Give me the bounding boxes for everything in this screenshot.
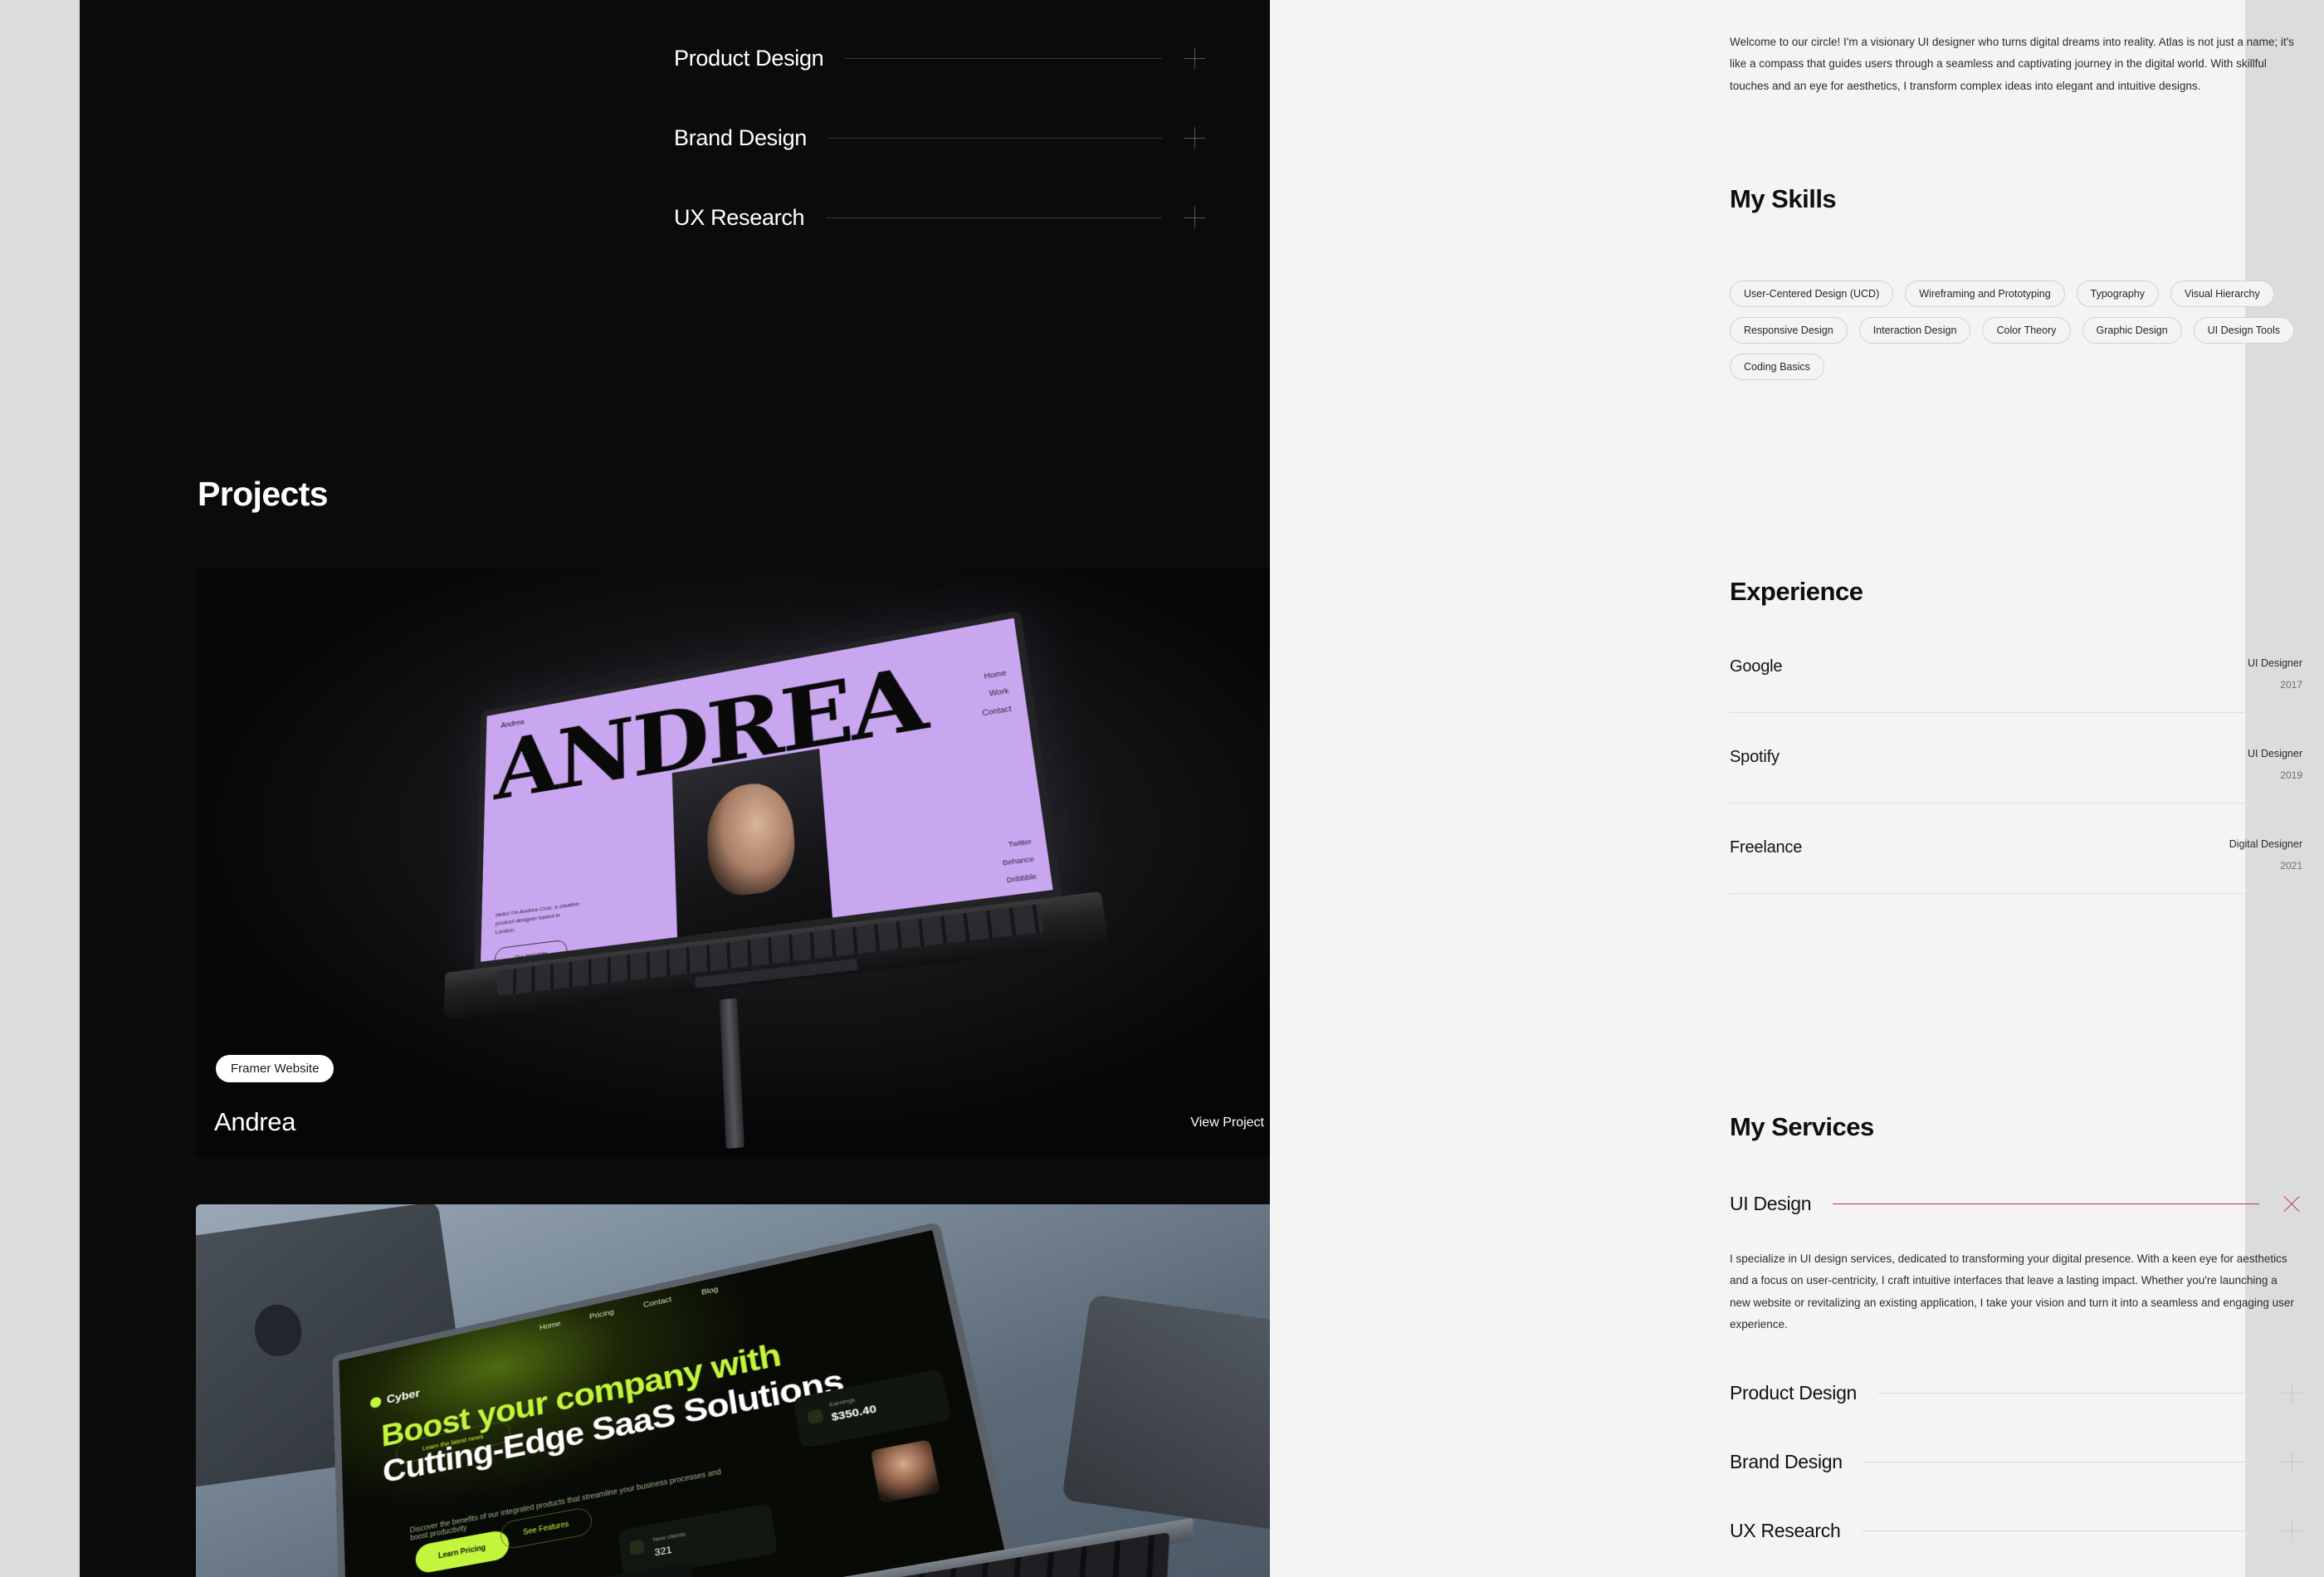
experience-role: Digital Designer: [2229, 838, 2302, 850]
accordion-divider: [845, 57, 1162, 59]
mock-avatar: [870, 1439, 941, 1504]
experience-meta: Digital Designer 2021: [2229, 838, 2302, 872]
laptop-stand: [719, 998, 745, 1149]
skill-chip[interactable]: Visual Hierarchy: [2170, 281, 2274, 307]
laptop-mock-andrea: Andrea Home Work Contact ANDREA Hello! I…: [443, 610, 1110, 1149]
mock-clients-value: 321: [653, 1543, 673, 1559]
laptop-mock-cyber: Home Pricing Contact Blog Cyber Learn th…: [332, 1209, 1194, 1577]
project-badge: Framer Website: [216, 1055, 334, 1082]
my-services-title: My Services: [1730, 1112, 1874, 1141]
mock-blurb: Hello! I'm Andrea Cruz, a creative produ…: [495, 900, 580, 936]
skill-chip[interactable]: Coding Basics: [1730, 354, 1824, 380]
skill-chip[interactable]: Interaction Design: [1858, 317, 1971, 344]
closed-laptop-right: [1062, 1294, 1270, 1538]
my-skills-title: My Skills: [1730, 184, 1837, 213]
mock-social-item: Dribbble: [1006, 872, 1038, 885]
mock-social-item: Behance: [1002, 854, 1035, 867]
service-label: Product Design: [1730, 1382, 1858, 1404]
mock-nav-item: Work: [989, 687, 1010, 699]
mock-nav-item: Home: [984, 669, 1008, 681]
service-row-ui-design[interactable]: UI Design: [1730, 1193, 2302, 1215]
screen: me is Atlas. actively the design more th…: [0, 0, 2324, 1577]
experience-row: Freelance Digital Designer 2021: [1730, 838, 2302, 894]
service-label: UI Design: [1730, 1193, 1812, 1214]
plus-icon[interactable]: [1184, 127, 1205, 149]
skill-chip[interactable]: Typography: [2076, 281, 2159, 307]
intro-paragraph: Welcome to our circle! I'm a visionary U…: [1730, 36, 2294, 92]
experience-meta: UI Designer 2019: [2248, 748, 2302, 781]
close-x-icon[interactable]: [2281, 1194, 2302, 1215]
projects-title: Projects: [198, 475, 329, 513]
skills-chip-list: User-Centered Design (UCD) Wireframing a…: [1730, 281, 2302, 380]
experience-row: Spotify UI Designer 2019: [1730, 748, 2302, 803]
view-project-link[interactable]: View Project: [1190, 1116, 1270, 1130]
accordion-divider: [826, 217, 1162, 218]
plus-icon[interactable]: [2281, 1382, 2302, 1404]
mock-nav: Home Work Contact: [977, 670, 1012, 718]
accordion-label: Product Design: [674, 45, 824, 71]
dark-accordion-row-brand-design[interactable]: Brand Design: [674, 98, 1205, 178]
experience-meta: UI Designer 2017: [2248, 657, 2302, 691]
experience-list: Google UI Designer 2017 Spotify UI Desig…: [1730, 657, 2302, 894]
services-accordion: UI Design I specialize in UI design serv…: [1730, 1193, 2302, 1542]
service-divider: [1878, 1393, 2259, 1394]
dark-accordion-row-product-design[interactable]: Product Design: [674, 18, 1205, 98]
apple-logo-icon: [251, 1301, 305, 1360]
experience-company: Freelance: [1730, 838, 1803, 857]
service-label: UX Research: [1730, 1520, 1841, 1542]
accordion-label: Brand Design: [674, 124, 807, 150]
project-card-andrea[interactable]: Andrea Home Work Contact ANDREA Hello! I…: [196, 568, 1270, 1159]
experience-year: 2017: [2280, 679, 2302, 691]
mock-socials: Twitter Behance Dribbble: [1000, 837, 1038, 885]
skill-chip[interactable]: UI Design Tools: [2193, 317, 2294, 344]
experience-row: Google UI Designer 2017: [1730, 657, 2302, 713]
chart-icon: [807, 1409, 824, 1425]
service-label: Brand Design: [1730, 1451, 1843, 1473]
service-row-ux-research[interactable]: UX Research: [1730, 1520, 2302, 1542]
mock-social-item: Twitter: [1008, 837, 1033, 849]
project-card-cyber[interactable]: Home Pricing Contact Blog Cyber Learn th…: [196, 1204, 1270, 1577]
experience-role: UI Designer: [2248, 657, 2302, 669]
skill-chip[interactable]: Color Theory: [1982, 317, 2071, 344]
skill-chip[interactable]: Graphic Design: [2082, 317, 2182, 344]
plus-icon[interactable]: [1184, 47, 1205, 69]
experience-company: Spotify: [1730, 748, 1780, 766]
skill-chip[interactable]: Wireframing and Prototyping: [1905, 281, 2065, 307]
experience-role: UI Designer: [2248, 748, 2302, 759]
skill-chip[interactable]: User-Centered Design (UCD): [1730, 281, 1894, 307]
dark-accordion: Product Design Brand Design UX Research: [674, 18, 1205, 257]
service-row-brand-design[interactable]: Brand Design: [1730, 1451, 2302, 1473]
service-row-product-design[interactable]: Product Design: [1730, 1382, 2302, 1404]
plus-icon[interactable]: [1184, 207, 1205, 228]
experience-year: 2019: [2280, 769, 2302, 781]
plus-icon[interactable]: [2281, 1520, 2302, 1542]
cyber-logo-icon: [369, 1396, 382, 1409]
plus-icon[interactable]: [2281, 1451, 2302, 1473]
people-icon: [628, 1539, 645, 1556]
service-body-ui-design: I specialize in UI design services, dedi…: [1730, 1252, 2294, 1330]
accordion-divider: [828, 137, 1162, 139]
experience-year: 2021: [2280, 860, 2302, 872]
dark-overlay-panel: Product Design Brand Design UX Research …: [80, 0, 1270, 1577]
mock-clients-label: New clients: [652, 1530, 686, 1544]
experience-company: Google: [1730, 657, 1783, 676]
accordion-label: UX Research: [674, 204, 805, 230]
project-name: Andrea: [214, 1107, 296, 1136]
view-project-label: View Project: [1190, 1116, 1264, 1130]
dark-accordion-row-ux-research[interactable]: UX Research: [674, 178, 1205, 257]
experience-title: Experience: [1730, 577, 1863, 606]
mock-earnings-label: Earnings: [828, 1396, 856, 1409]
mock-nav-item: Contact: [982, 705, 1013, 719]
skill-chip[interactable]: Responsive Design: [1730, 317, 1848, 344]
